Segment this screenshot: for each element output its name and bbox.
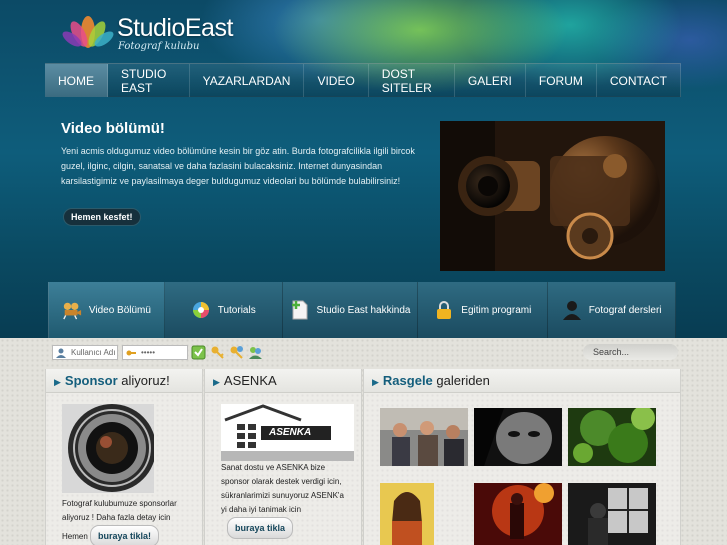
document-add-icon: [290, 300, 310, 320]
tab-egitim-programi[interactable]: Egitim programi: [418, 282, 549, 338]
login-bar: Kullanıcı Adı ••••• Search...: [45, 342, 681, 364]
tab-fotograf-dersleri[interactable]: Fotograf dersleri: [548, 282, 676, 338]
password-field[interactable]: •••••: [122, 345, 188, 360]
asenka-column: ▶ ASENKA ASENKA Sanat dostu ve ASENKA biz…: [204, 369, 362, 545]
asenka-heading: ▶ ASENKA: [205, 369, 361, 393]
sponsor-column: ▶ Sponsor aliyoruz! Fotograf kulubumuze s…: [45, 369, 203, 545]
tab-tutorials-label: Tutorials: [217, 304, 256, 316]
gallery-heading-rest: galeriden: [432, 373, 490, 388]
site-logo[interactable]: StudioEast Fotograf kulubu: [62, 10, 262, 52]
register-icon[interactable]: [229, 345, 244, 360]
sponsor-text: Fotograf kulubumuze sponsorlar aliyoruz …: [62, 499, 177, 522]
hero-title: Video bölümü!: [61, 120, 165, 137]
tab-studio-east-hakkinda[interactable]: Studio East hakkinda: [283, 282, 419, 338]
gallery-thumb[interactable]: [380, 483, 434, 545]
feature-tabs: Video Bölümü Tutorials Studio East hakki…: [48, 282, 676, 338]
tab-video-label: Video Bölümü: [88, 304, 151, 316]
tab-fotograf-label: Fotograf dersleri: [588, 304, 662, 316]
sponsor-text-end: Hemen: [62, 532, 88, 541]
tab-video-bolumu[interactable]: Video Bölümü: [49, 282, 165, 338]
film-projector-icon: [62, 300, 82, 320]
username-field[interactable]: Kullanıcı Adı: [52, 345, 118, 360]
lock-icon: [434, 300, 454, 320]
sponsor-link-button[interactable]: buraya tikla!: [90, 525, 160, 545]
sponsor-heading-hl: Sponsor: [64, 373, 118, 388]
sponsor-heading-rest: aliyoruz!: [117, 373, 170, 388]
asenka-logo[interactable]: ASENKA: [221, 404, 354, 461]
person-icon: [562, 300, 582, 320]
sponsor-image[interactable]: [62, 404, 154, 493]
tab-egitim-label: Egitim programi: [461, 304, 532, 316]
arrow-icon: ▶: [54, 377, 61, 387]
nav-forum[interactable]: FORUM: [526, 64, 597, 97]
logo-title: StudioEast: [117, 14, 233, 42]
users-icon[interactable]: [248, 345, 263, 360]
logo-subtitle: Fotograf kulubu: [118, 41, 200, 52]
gallery-thumb[interactable]: [380, 408, 468, 466]
discover-button[interactable]: Hemen kesfet!: [63, 208, 141, 226]
nav-video[interactable]: VIDEO: [304, 64, 369, 97]
main-nav: HOME STUDIO EAST YAZARLARDAN VIDEO DOST …: [45, 63, 681, 97]
nav-yazarlardan[interactable]: YAZARLARDAN: [190, 64, 305, 97]
tab-tutorials[interactable]: Tutorials: [165, 282, 283, 338]
key-icon: [126, 350, 136, 356]
asenka-heading-text: ASENKA: [223, 373, 277, 388]
gallery-heading: ▶ Rasgele galeriden: [364, 369, 680, 393]
arrow-icon: ▶: [372, 377, 379, 387]
search-placeholder: Search...: [593, 347, 630, 357]
user-icon: [56, 348, 66, 358]
gallery-thumb[interactable]: [568, 408, 656, 466]
gallery-thumb[interactable]: [568, 483, 656, 545]
asenka-link-button[interactable]: buraya tikla: [227, 517, 294, 539]
password-value: •••••: [141, 348, 156, 357]
gallery-thumb[interactable]: [474, 483, 562, 545]
nav-studio-east[interactable]: STUDIO EAST: [108, 64, 190, 97]
sponsor-heading: ▶ Sponsor aliyoruz!: [46, 369, 202, 393]
asenka-text: Sanat dostu ve ASENKA bize sponsor olara…: [221, 463, 344, 514]
arrow-icon: ▶: [213, 377, 220, 387]
gallery-heading-hl: Rasgele: [382, 373, 433, 388]
hero-image[interactable]: [440, 121, 665, 271]
header-area: StudioEast Fotograf kulubu HOME STUDIO E…: [0, 0, 727, 340]
color-wheel-icon: [191, 300, 211, 320]
search-input[interactable]: Search...: [583, 344, 678, 360]
asenka-logo-text: ASENKA: [269, 427, 312, 438]
key-login-icon[interactable]: [210, 345, 225, 360]
nav-dost-siteler[interactable]: DOST SITELER: [369, 64, 455, 97]
nav-home[interactable]: HOME: [45, 64, 108, 97]
gallery-column: ▶ Rasgele galeriden: [363, 369, 681, 545]
tab-studio-east-label: Studio East hakkinda: [316, 304, 411, 316]
login-submit-icon[interactable]: [191, 345, 206, 360]
lotus-logo-icon: [62, 16, 114, 48]
gallery-thumb[interactable]: [474, 408, 562, 466]
hero-text: Yeni acmis oldugumuz video bölümüne kesi…: [61, 146, 415, 186]
username-placeholder: Kullanıcı Adı: [71, 348, 116, 357]
nav-galeri[interactable]: GALERI: [455, 64, 526, 97]
nav-contact[interactable]: CONTACT: [597, 64, 681, 97]
